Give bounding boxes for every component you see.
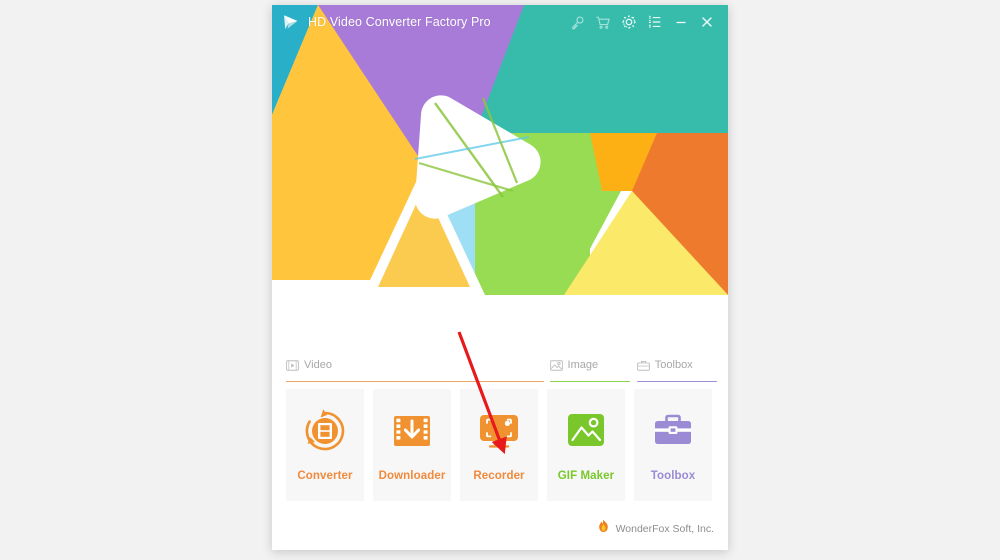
recorder-icon	[476, 408, 522, 454]
section-tabs: Video Image Toolbox	[286, 354, 717, 382]
tab-toolbox-label: Toolbox	[654, 359, 693, 371]
card-gif-maker[interactable]: GIF Maker	[547, 389, 625, 501]
tab-image[interactable]: Image	[549, 354, 630, 382]
card-converter[interactable]: Converter	[286, 389, 364, 501]
card-downloader[interactable]: Downloader	[373, 389, 451, 501]
toolbox-case-icon	[650, 408, 696, 454]
gif-maker-icon	[563, 408, 609, 454]
card-recorder-label: Recorder	[473, 470, 525, 482]
close-button[interactable]	[694, 9, 720, 35]
card-toolbox-label: Toolbox	[650, 470, 696, 482]
content-area: Video Image Toolbox Converter Downloader…	[272, 327, 728, 550]
title-bar: HD Video Converter Factory Pro	[272, 5, 728, 39]
app-window: HD Video Converter Factory Pro Video Ima…	[272, 5, 728, 550]
card-toolbox[interactable]: Toolbox	[634, 389, 712, 501]
tab-toolbox[interactable]: Toolbox	[636, 354, 717, 382]
minimize-icon	[676, 21, 686, 24]
image-icon	[549, 359, 563, 371]
tab-toolbox-underline	[636, 380, 717, 382]
close-icon	[702, 17, 712, 27]
card-recorder[interactable]: Recorder	[460, 389, 538, 501]
footer-company-label: WonderFox Soft, Inc.	[615, 522, 714, 535]
tab-video-underline	[286, 380, 544, 382]
register-key-button[interactable]	[564, 9, 590, 35]
tab-video-label: Video	[304, 359, 332, 371]
tab-image-underline	[549, 380, 630, 382]
card-converter-label: Converter	[297, 470, 353, 482]
titlebar-actions	[564, 9, 728, 35]
downloader-icon	[389, 408, 435, 454]
minimize-button[interactable]	[668, 9, 694, 35]
video-icon	[286, 359, 299, 371]
card-downloader-label: Downloader	[378, 470, 446, 482]
footer: WonderFox Soft, Inc.	[597, 519, 714, 538]
buy-cart-button[interactable]	[590, 9, 616, 35]
converter-icon	[302, 408, 348, 454]
window-title: HD Video Converter Factory Pro	[308, 15, 491, 29]
tab-image-label: Image	[567, 359, 599, 371]
wonderfox-flame-icon	[597, 519, 610, 538]
feature-cards: Converter Downloader Recorder GIF Maker …	[286, 389, 716, 501]
toolbox-icon	[636, 360, 650, 371]
shopping-cart-icon	[596, 16, 610, 29]
tab-video[interactable]: Video	[286, 354, 544, 382]
app-logo-icon	[280, 11, 302, 33]
gear-icon	[622, 15, 636, 29]
card-gif-maker-label: GIF Maker	[557, 470, 615, 482]
hero-banner	[272, 5, 728, 327]
menu-button[interactable]	[642, 9, 668, 35]
settings-button[interactable]	[616, 9, 642, 35]
banner-artwork	[272, 5, 728, 327]
key-icon	[571, 16, 584, 29]
list-menu-icon	[648, 15, 661, 28]
